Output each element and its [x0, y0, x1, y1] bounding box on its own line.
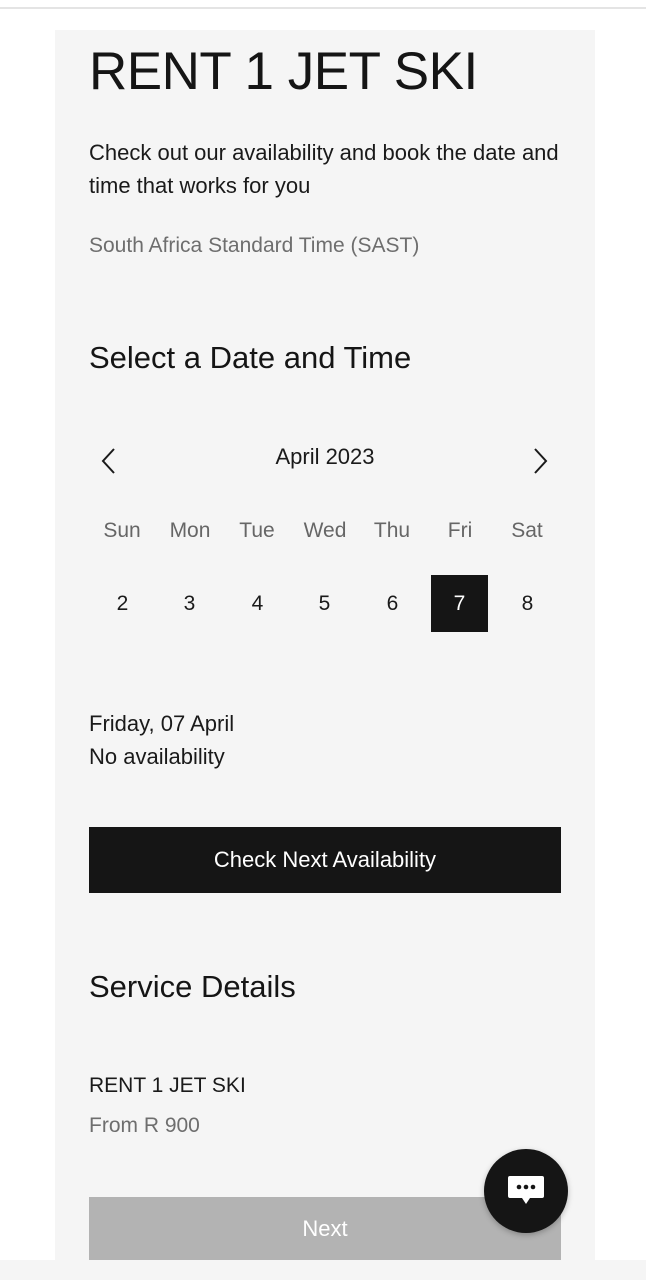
month-label: April 2023	[275, 444, 375, 469]
calendar-day-8[interactable]: 8	[499, 575, 556, 632]
next-month-button[interactable]	[522, 443, 558, 479]
weekday-wed: Wed	[303, 519, 347, 542]
calendar-day-5[interactable]: 5	[296, 575, 353, 632]
page-subtitle: Check out our availability and book the …	[89, 140, 559, 198]
service-details-title: Service Details	[89, 969, 296, 1004]
timezone-label: South Africa Standard Time (SAST)	[89, 234, 420, 257]
chevron-left-icon	[101, 448, 115, 474]
service-price: From R 900	[89, 1114, 200, 1137]
weekday-fri: Fri	[447, 519, 473, 542]
chat-button[interactable]	[484, 1149, 568, 1233]
calendar-day-4[interactable]: 4	[229, 575, 286, 632]
previous-month-button[interactable]	[91, 443, 127, 479]
selected-date-label: Friday, 07 April	[89, 711, 235, 736]
calendar-day-7-selected[interactable]: 7	[431, 575, 488, 632]
calendar-day-2[interactable]: 2	[94, 575, 151, 632]
weekday-sat: Sat	[511, 519, 543, 542]
browser-top-bar	[0, 0, 646, 30]
weekday-sun: Sun	[103, 519, 141, 542]
weekday-thu: Thu	[373, 519, 411, 542]
top-divider	[0, 7, 646, 9]
bottom-strip	[0, 1260, 646, 1280]
check-next-availability-button[interactable]: Check Next Availability	[89, 827, 561, 893]
calendar-day-3[interactable]: 3	[161, 575, 218, 632]
calendar-day-6[interactable]: 6	[364, 575, 421, 632]
chat-bubble-icon	[508, 1176, 544, 1204]
availability-status: No availability	[89, 744, 225, 769]
chevron-right-icon	[534, 448, 548, 474]
service-name: RENT 1 JET SKI	[89, 1074, 246, 1097]
weekday-mon: Mon	[169, 519, 211, 542]
weekday-tue: Tue	[239, 519, 275, 542]
page-title: RENT 1 JET SKI	[89, 42, 478, 101]
date-time-section-title: Select a Date and Time	[89, 340, 412, 375]
